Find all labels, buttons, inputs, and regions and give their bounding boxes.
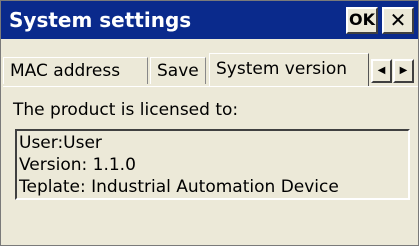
- tab-save[interactable]: Save: [150, 57, 206, 84]
- info-template: Teplate: Industrial Automation Device: [19, 177, 339, 197]
- close-button[interactable]: ✕: [382, 7, 414, 34]
- window-title: System settings: [9, 8, 192, 32]
- tab-scroll-right-button[interactable]: ▶: [393, 59, 414, 83]
- tab-scroll-buttons: ◀ ▶: [371, 59, 415, 83]
- license-info-box: User:User Version: 1.1.0 Teplate: Indust…: [15, 129, 410, 200]
- arrow-left-icon: ◀: [377, 65, 386, 76]
- info-user: User:User: [19, 133, 102, 153]
- licensed-to-label: The product is licensed to:: [13, 100, 239, 120]
- tab-strip: MAC address Save System version ◀ ▶: [1, 53, 419, 86]
- ok-button[interactable]: OK: [346, 7, 378, 34]
- info-version: Version: 1.1.0: [19, 155, 136, 175]
- tab-scroll-left-button[interactable]: ◀: [371, 59, 392, 83]
- system-settings-window: System settings OK ✕ MAC address Save Sy…: [0, 0, 419, 246]
- tab-mac-address[interactable]: MAC address: [3, 57, 148, 84]
- close-icon: ✕: [389, 8, 407, 32]
- arrow-right-icon: ▶: [399, 65, 408, 76]
- title-bar: System settings OK ✕: [1, 1, 418, 39]
- tab-system-version[interactable]: System version: [209, 53, 369, 86]
